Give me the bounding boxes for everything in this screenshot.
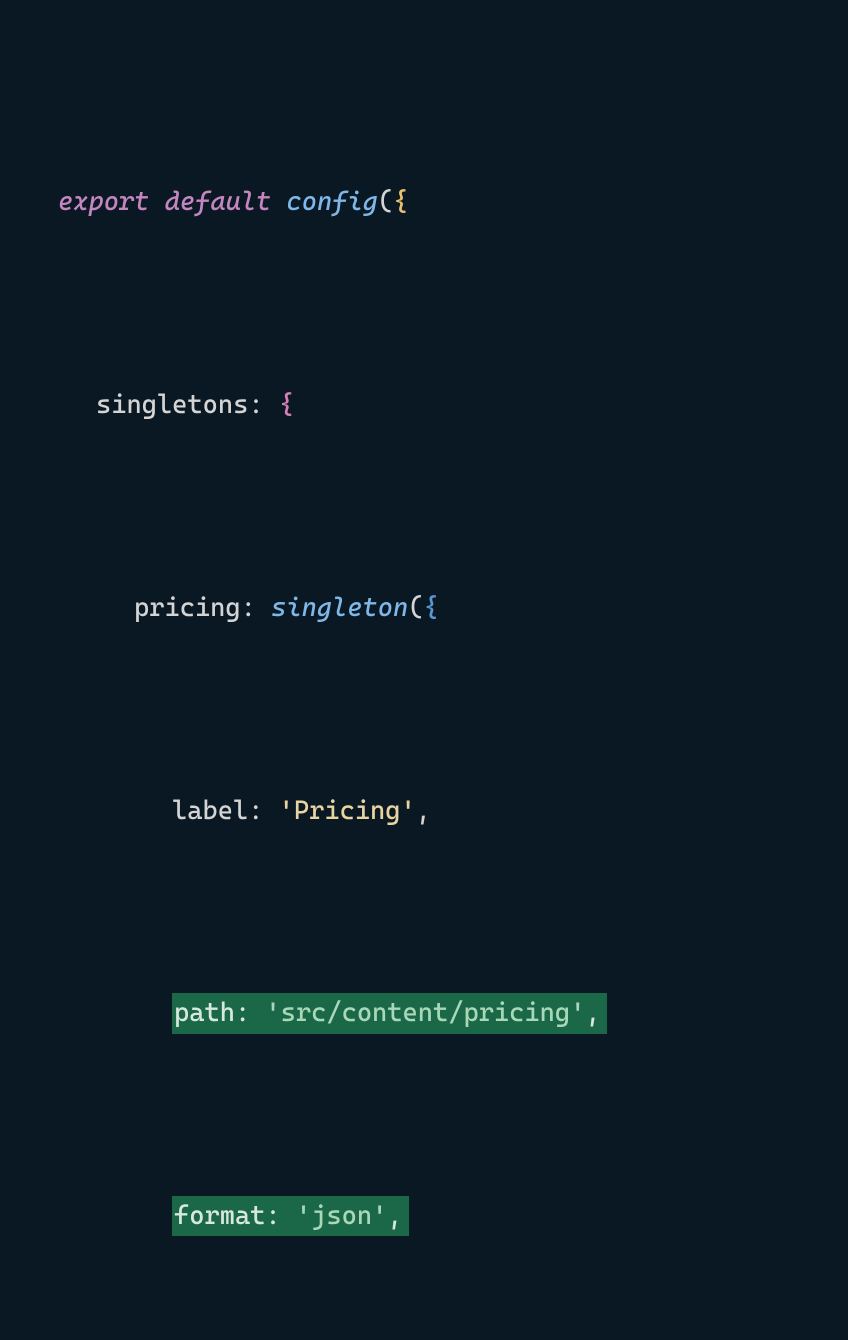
- colon: :: [265, 1201, 280, 1231]
- brace-open: {: [393, 187, 408, 217]
- paren-open: (: [408, 593, 423, 623]
- prop-label: label: [172, 796, 248, 826]
- code-line-4: label: 'Pricing',: [58, 778, 790, 846]
- keyword-default: default: [165, 187, 272, 217]
- comma: ,: [416, 796, 431, 826]
- function-singleton: singleton: [271, 593, 408, 623]
- prop-singletons: singletons: [96, 390, 248, 420]
- colon: :: [241, 593, 256, 623]
- prop-path: path: [174, 998, 235, 1028]
- colon: :: [248, 796, 263, 826]
- highlight-format: format: 'json',: [172, 1196, 409, 1236]
- comma: ,: [585, 998, 600, 1028]
- code-line-3: pricing: singleton({: [58, 575, 790, 643]
- code-snippet: export default config({ singletons: { pr…: [58, 34, 790, 1340]
- keyword-export: export: [58, 187, 149, 217]
- colon: :: [235, 998, 250, 1028]
- paren-open: (: [378, 187, 393, 217]
- code-line-1: export default config({: [58, 169, 790, 237]
- highlight-path: path: 'src/content/pricing',: [172, 993, 607, 1033]
- string-path-value: 'src/content/pricing': [265, 998, 585, 1028]
- prop-format: format: [174, 1201, 265, 1231]
- comma: ,: [387, 1201, 402, 1231]
- brace-open: {: [423, 593, 438, 623]
- code-line-5-highlighted: path: 'src/content/pricing',: [58, 980, 790, 1048]
- code-line-2: singletons: {: [58, 372, 790, 440]
- prop-pricing: pricing: [134, 593, 241, 623]
- string-pricing: 'Pricing': [279, 796, 416, 826]
- function-config: config: [287, 187, 378, 217]
- code-line-6-highlighted: format: 'json',: [58, 1183, 790, 1251]
- string-json-value: 'json': [296, 1201, 387, 1231]
- brace-open: {: [279, 390, 294, 420]
- colon: :: [248, 390, 263, 420]
